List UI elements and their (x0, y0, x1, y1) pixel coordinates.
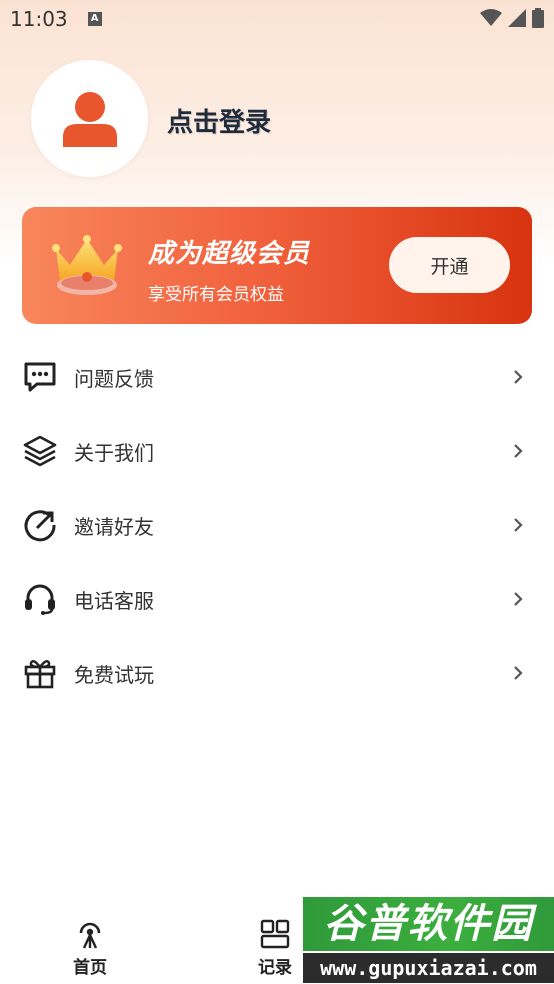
menu-list: 问题反馈 关于我们 邀请好友 电话客服 免费试玩 (0, 340, 554, 710)
menu-item-invite[interactable]: 邀请好友 (0, 488, 554, 562)
menu-label-phone-support: 电话客服 (74, 588, 154, 613)
gift-icon (22, 655, 58, 691)
vip-subtitle: 享受所有会员权益 (148, 285, 284, 305)
layers-icon (22, 433, 58, 469)
tab-records[interactable]: 记录 (258, 919, 292, 978)
status-time: 11:03 (10, 7, 68, 31)
notification-icon: A (87, 12, 102, 26)
vip-title: 成为超级会员 (148, 239, 311, 269)
chevron-right-icon (514, 666, 523, 680)
chevron-right-icon (514, 370, 523, 384)
tab-home-label: 首页 (73, 958, 107, 978)
headset-icon (22, 581, 58, 617)
menu-label-invite: 邀请好友 (74, 514, 154, 539)
vip-card[interactable]: 成为超级会员 享受所有会员权益 开通 (22, 207, 532, 324)
login-link[interactable]: 点击登录 (167, 102, 271, 139)
watermark-title: 谷普软件园 (303, 897, 554, 951)
menu-item-free-trial[interactable]: 免费试玩 (0, 636, 554, 710)
menu-item-feedback[interactable]: 问题反馈 (0, 340, 554, 414)
share-icon (22, 507, 58, 543)
menu-label-about: 关于我们 (74, 440, 154, 465)
crown-icon (52, 235, 122, 303)
signal-icon (508, 9, 526, 27)
watermark-url: www.gupuxiazai.com (303, 953, 554, 983)
home-antenna-icon (79, 922, 101, 949)
user-icon (62, 91, 117, 147)
menu-label-feedback: 问题反馈 (74, 366, 154, 391)
activate-vip-button[interactable]: 开通 (389, 237, 510, 293)
watermark: 谷普软件园 www.gupuxiazai.com (303, 895, 554, 984)
grid-icon (260, 919, 290, 949)
status-indicators (480, 8, 544, 28)
menu-item-about[interactable]: 关于我们 (0, 414, 554, 488)
wifi-icon (480, 9, 502, 26)
battery-icon (532, 8, 544, 28)
avatar[interactable] (31, 60, 148, 177)
chevron-right-icon (514, 592, 523, 606)
menu-label-free-trial: 免费试玩 (74, 662, 154, 687)
chevron-right-icon (514, 518, 523, 532)
menu-item-phone-support[interactable]: 电话客服 (0, 562, 554, 636)
tab-home[interactable]: 首页 (73, 919, 107, 978)
chevron-right-icon (514, 444, 523, 458)
tab-records-label: 记录 (258, 958, 292, 978)
status-bar: 11:03 A (0, 0, 554, 38)
feedback-icon (22, 359, 58, 395)
